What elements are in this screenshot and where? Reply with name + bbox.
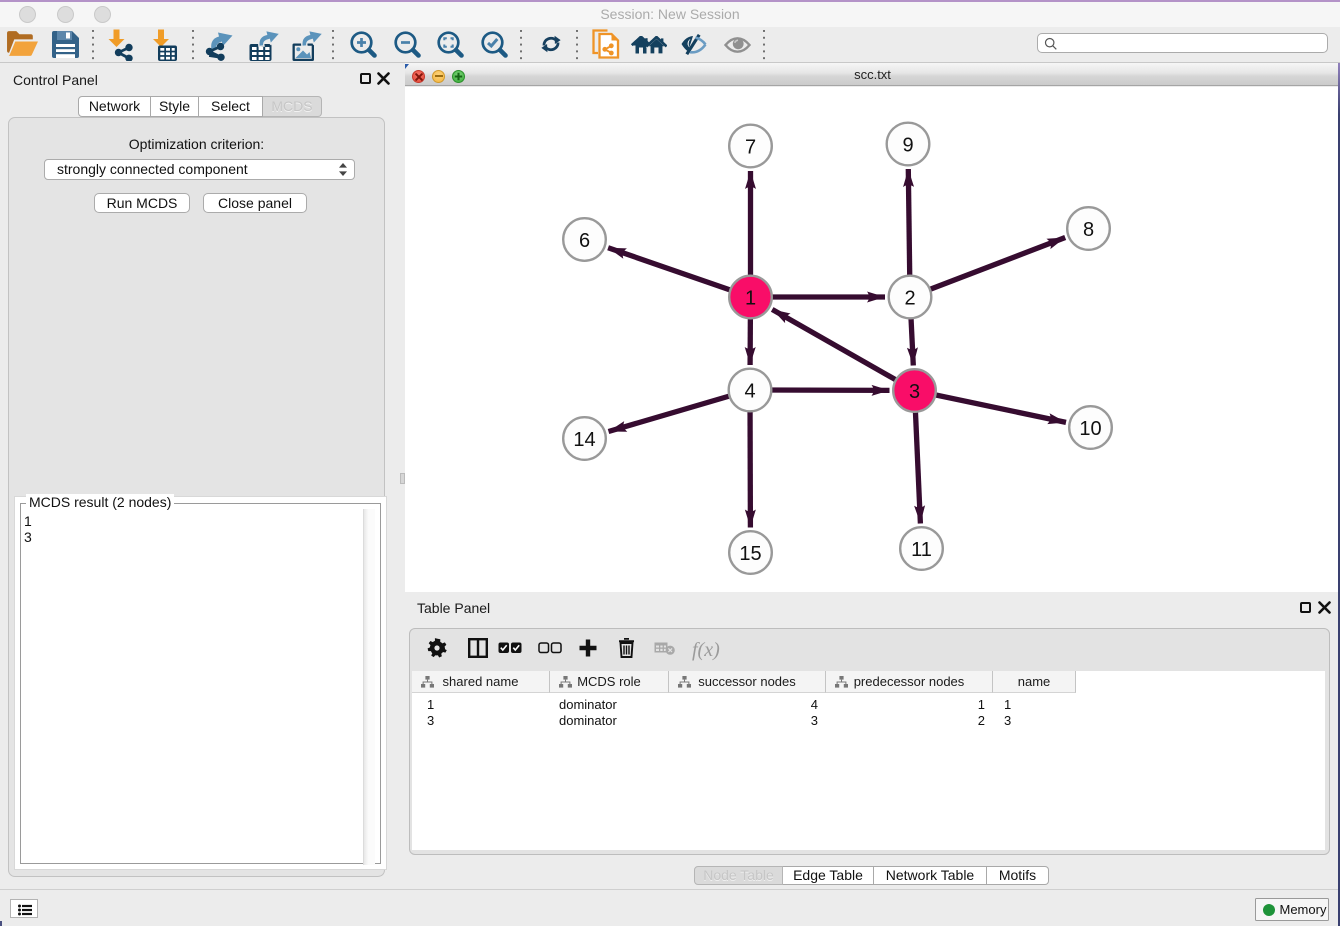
svg-text:6: 6 [579,230,590,252]
svg-text:14: 14 [573,429,595,451]
svg-text:2: 2 [904,287,915,309]
svg-text:9: 9 [902,134,913,156]
svg-text:1: 1 [745,287,756,309]
svg-text:3: 3 [909,381,920,403]
svg-text:4: 4 [744,380,755,402]
svg-text:8: 8 [1083,219,1094,241]
svg-text:10: 10 [1079,418,1101,440]
svg-text:7: 7 [745,136,756,158]
svg-text:11: 11 [911,539,932,561]
svg-text:15: 15 [739,543,761,565]
